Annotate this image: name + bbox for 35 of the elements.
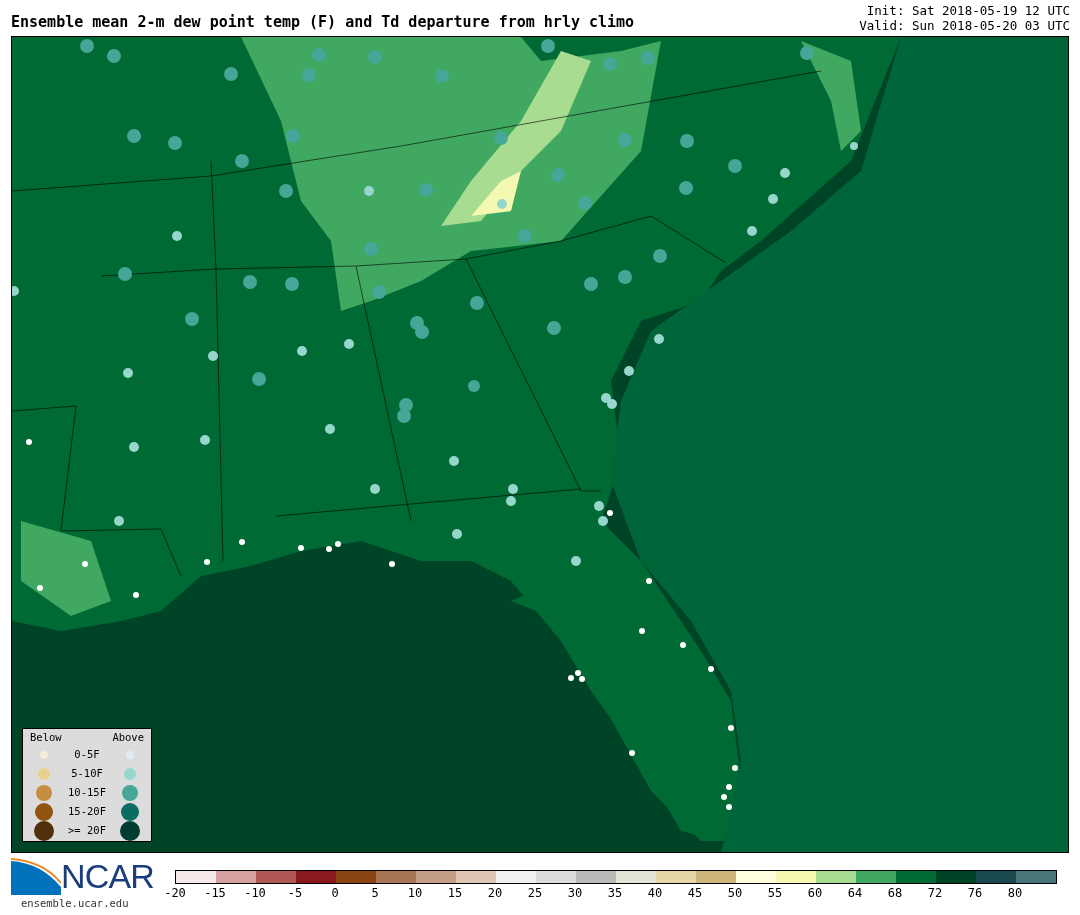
init-time: Init: Sat 2018-05-19 12 UTC <box>866 3 1070 18</box>
legend-below-heading: Below <box>30 730 62 745</box>
website-url: ensemble.ucar.edu <box>21 896 130 911</box>
ncar-logo-text: NCAR <box>61 859 154 893</box>
colorbar-tick-label: 76 <box>966 885 984 902</box>
legend-range-label: 0-5F <box>73 747 101 763</box>
colorbar-tick-label: 20 <box>486 885 504 902</box>
legend-above-heading: Above <box>112 730 144 745</box>
legend-range-label: >= 20F <box>67 823 107 839</box>
colorbar-tick-label: 72 <box>926 885 944 902</box>
legend-range-label: 5-10F <box>70 766 104 782</box>
colorbar-tick-label: 80 <box>1006 885 1024 902</box>
colorbar-tick-label: -10 <box>243 885 267 902</box>
legend-range-label: 10-15F <box>67 784 107 800</box>
colorbar-tick-label: 64 <box>846 885 864 902</box>
colorbar-tick-label: 35 <box>606 885 624 902</box>
colorbar-tick-label: 55 <box>766 885 784 902</box>
colorbar-tick-label: 40 <box>646 885 664 902</box>
colorbar-tick-label: 5 <box>370 885 380 902</box>
colorbar-tick-label: 15 <box>446 885 464 902</box>
colorbar-tick-label: -20 <box>163 885 187 902</box>
colorbar-tick-label: 25 <box>526 885 544 902</box>
colorbar-tick-label: 0 <box>330 885 340 902</box>
colorbar-tick-label: 60 <box>806 885 824 902</box>
legend-range-label: 15-20F <box>67 803 107 819</box>
colorbar-tick-label: 50 <box>726 885 744 902</box>
swoosh-logo-icon <box>11 857 61 895</box>
colorbar-tick-label: 45 <box>686 885 704 902</box>
colorbar-tick-label: -5 <box>286 885 304 902</box>
valid-time: Valid: Sun 2018-05-20 03 UTC <box>859 18 1070 33</box>
colorbar-tick-label: 30 <box>566 885 584 902</box>
colorbar-tick-label: -15 <box>203 885 227 902</box>
colorbar-tick-label: 10 <box>406 885 424 902</box>
colorbar-tick-label: 68 <box>886 885 904 902</box>
map-title: Ensemble mean 2-m dew point temp (F) and Td departure from hrly climo <box>11 11 635 33</box>
